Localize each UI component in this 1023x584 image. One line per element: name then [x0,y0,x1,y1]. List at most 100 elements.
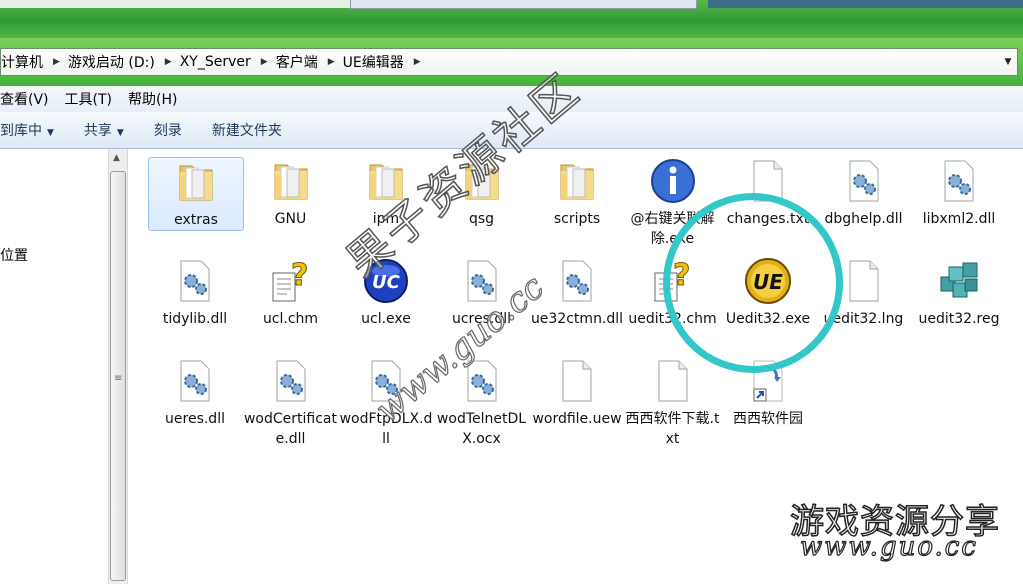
breadcrumb-label: XY_Server [179,54,251,70]
include-in-library-label: 到库中 [0,123,42,139]
breadcrumb-item[interactable]: UE编辑器 ▶ [343,52,429,72]
file-item[interactable]: tidylib.dll [148,257,242,329]
file-name: ucres.dll [451,311,512,327]
navigation-pane: 位置 [0,149,108,584]
file-name: qsg [468,211,495,227]
svg-text:UC: UC [372,272,401,293]
file-name: wordfile.uew [532,411,622,427]
address-bar-area: 计算机 ▶ 游戏启动 (D:) ▶ XY_Server ▶ 客户端 ▶ UE编辑器 ▶ ▼ [0,38,1023,86]
file-item[interactable]: ueres.dll [148,357,242,429]
folder-icon [458,157,506,205]
scroll-grip-icon: ≡ [114,373,123,384]
breadcrumb-item[interactable]: XY_Server ▶ [180,54,276,70]
file-name: Uedit32.exe [725,311,811,327]
file-item[interactable]: ipm [339,157,433,229]
chevron-right-icon[interactable]: ▶ [414,57,421,67]
chevron-right-icon[interactable]: ▶ [53,57,60,67]
file-item[interactable]: 西西软件下载.txt [626,357,720,449]
registry-icon [935,257,983,305]
folder-icon [267,157,315,205]
file-item[interactable]: uedit32.reg [912,257,1006,329]
burn-button[interactable]: 刻录 [154,120,182,140]
file-item[interactable]: ? uedit32.chm [626,257,720,329]
uc-exe-icon: UC [362,257,410,305]
file-item[interactable]: ? ucl.chm [244,257,338,329]
svg-text:?: ? [673,258,690,293]
svg-text:?: ? [291,258,308,293]
file-item[interactable]: ucres.dll [435,257,529,329]
dll-gear-icon [840,157,888,205]
menu-item[interactable]: 帮助(H) [128,89,177,109]
command-bar: 到库中 ▼ 共享 ▼ 刻录 新建文件夹 [0,112,1023,149]
blank-file-icon [840,257,888,305]
file-item[interactable]: dbghelp.dll [817,157,911,229]
share-button[interactable]: 共享 ▼ [84,120,124,140]
breadcrumb-item[interactable]: 客户端 ▶ [276,52,343,72]
breadcrumb-label: UE编辑器 [342,55,404,71]
file-item[interactable]: libxml2.dll [912,157,1006,229]
background-window [350,0,697,9]
file-name: uedit32.chm [628,311,717,327]
chevron-right-icon[interactable]: ▶ [165,57,172,67]
menu-item[interactable]: 查看(V) [0,89,49,109]
file-item[interactable]: changes.txt [721,157,815,229]
help-chm-icon: ? [267,257,315,305]
window-title-strip [0,0,1023,38]
dll-gear-icon [171,357,219,405]
file-item[interactable]: uedit32.lng [817,257,911,329]
file-name: tidylib.dll [162,311,228,327]
address-bar[interactable]: 计算机 ▶ 游戏启动 (D:) ▶ XY_Server ▶ 客户端 ▶ UE编辑器 ▶ ▼ [0,48,1018,76]
breadcrumb-label: 游戏启动 (D:) [67,55,155,71]
watermark-corner-url: www.guo.cc [799,531,978,562]
file-item[interactable]: wodCertificate.dll [244,357,338,449]
file-item[interactable]: UC ucl.exe [339,257,433,329]
nav-item-location[interactable]: 位置 [0,245,28,265]
dll-gear-icon [458,257,506,305]
file-name: dbghelp.dll [824,211,903,227]
file-name: wodFtpDLX.dll [339,411,433,447]
chevron-down-icon: ▼ [116,128,124,138]
chevron-right-icon[interactable]: ▶ [328,57,335,67]
blank-file-icon [553,357,601,405]
menu-item[interactable]: 工具(T) [65,89,112,109]
dll-gear-icon [458,357,506,405]
file-item[interactable]: extras [148,157,244,231]
folder-icon [172,158,220,206]
ue-exe-icon: UE [744,257,792,305]
file-name: wodTelnetDLX.ocx [436,411,527,447]
new-folder-button[interactable]: 新建文件夹 [212,120,282,140]
breadcrumb-label: 计算机 [1,55,43,71]
file-name: ue32ctmn.dll [530,311,624,327]
file-name: 西西软件下载.txt [625,411,720,447]
file-item[interactable]: wodTelnetDLX.ocx [435,357,529,449]
nav-scrollbar[interactable]: ▲ ≡ [108,149,128,584]
file-name: libxml2.dll [922,211,996,227]
file-item[interactable]: qsg [435,157,529,229]
file-item[interactable]: ue32ctmn.dll [530,257,624,329]
file-name: ipm [372,211,400,227]
dll-gear-icon [171,257,219,305]
file-name: ucl.exe [361,311,411,327]
file-item[interactable]: @右键关联解除.exe [626,157,720,249]
file-name: ucl.chm [262,311,319,327]
file-item[interactable]: 西西软件园 [721,357,815,429]
file-name: GNU [274,211,307,227]
file-name: wodCertificate.dll [243,411,337,447]
file-item[interactable]: GNU [244,157,338,229]
svg-text:UE: UE [753,270,783,294]
include-in-library-button[interactable]: 到库中 ▼ [0,120,54,140]
text-file-icon [649,357,697,405]
file-item[interactable]: scripts [530,157,624,229]
file-item[interactable]: wordfile.uew [530,357,624,429]
breadcrumb-item[interactable]: 计算机 ▶ [1,52,68,72]
scroll-up-icon[interactable]: ▲ [113,153,120,163]
dll-gear-icon [362,357,410,405]
file-item[interactable]: UE Uedit32.exe [721,257,815,329]
file-item[interactable]: wodFtpDLX.dll [339,357,433,449]
file-name: @右键关联解除.exe [630,211,715,247]
info-exe-icon [649,157,697,205]
address-dropdown-icon[interactable]: ▼ [1001,54,1015,70]
chevron-right-icon[interactable]: ▶ [261,57,268,67]
shortcut-icon [744,357,792,405]
breadcrumb-item[interactable]: 游戏启动 (D:) ▶ [68,52,180,72]
